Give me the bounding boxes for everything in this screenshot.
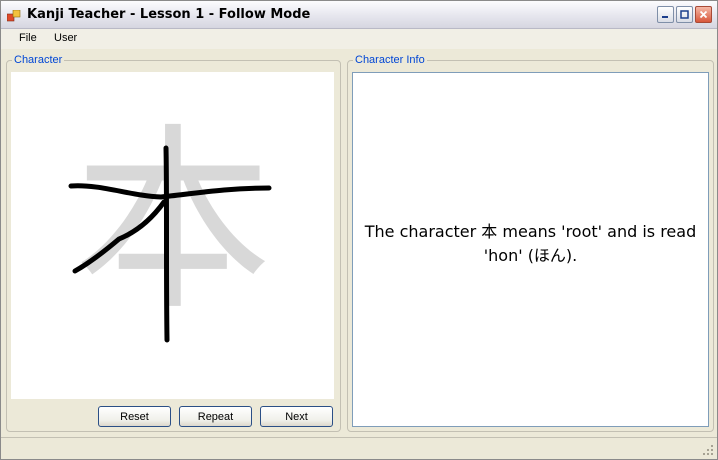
repeat-button[interactable]: Repeat (179, 406, 252, 427)
character-group: Character 本 Reset Repeat Next (6, 54, 341, 432)
status-bar (1, 437, 717, 459)
maximize-button[interactable] (676, 6, 693, 23)
character-info-legend: Character Info (353, 54, 427, 66)
reset-button[interactable]: Reset (98, 406, 171, 427)
next-button[interactable]: Next (260, 406, 333, 427)
character-info-text: The character 本 means 'root' and is read… (364, 221, 697, 265)
menu-bar: File User (1, 29, 717, 49)
minimize-icon (662, 16, 668, 18)
close-button[interactable] (695, 6, 712, 23)
app-icon (6, 8, 21, 22)
character-group-legend: Character (12, 54, 65, 66)
menu-user[interactable]: User (54, 32, 77, 44)
character-info-group: Character Info The character 本 means 'ro… (347, 54, 714, 432)
menu-file[interactable]: File (19, 32, 37, 44)
drawing-canvas[interactable]: 本 (11, 72, 334, 399)
guide-character: 本 (74, 106, 272, 337)
window-title: Kanji Teacher - Lesson 1 - Follow Mode (27, 7, 311, 22)
minimize-button[interactable] (657, 6, 674, 23)
title-bar[interactable]: Kanji Teacher - Lesson 1 - Follow Mode (1, 1, 717, 29)
maximize-icon (680, 10, 689, 19)
close-icon (699, 10, 708, 19)
resize-grip-icon[interactable] (702, 444, 714, 456)
app-window: Kanji Teacher - Lesson 1 - Follow Mode F… (0, 0, 718, 460)
character-info-panel: The character 本 means 'root' and is read… (352, 72, 709, 427)
